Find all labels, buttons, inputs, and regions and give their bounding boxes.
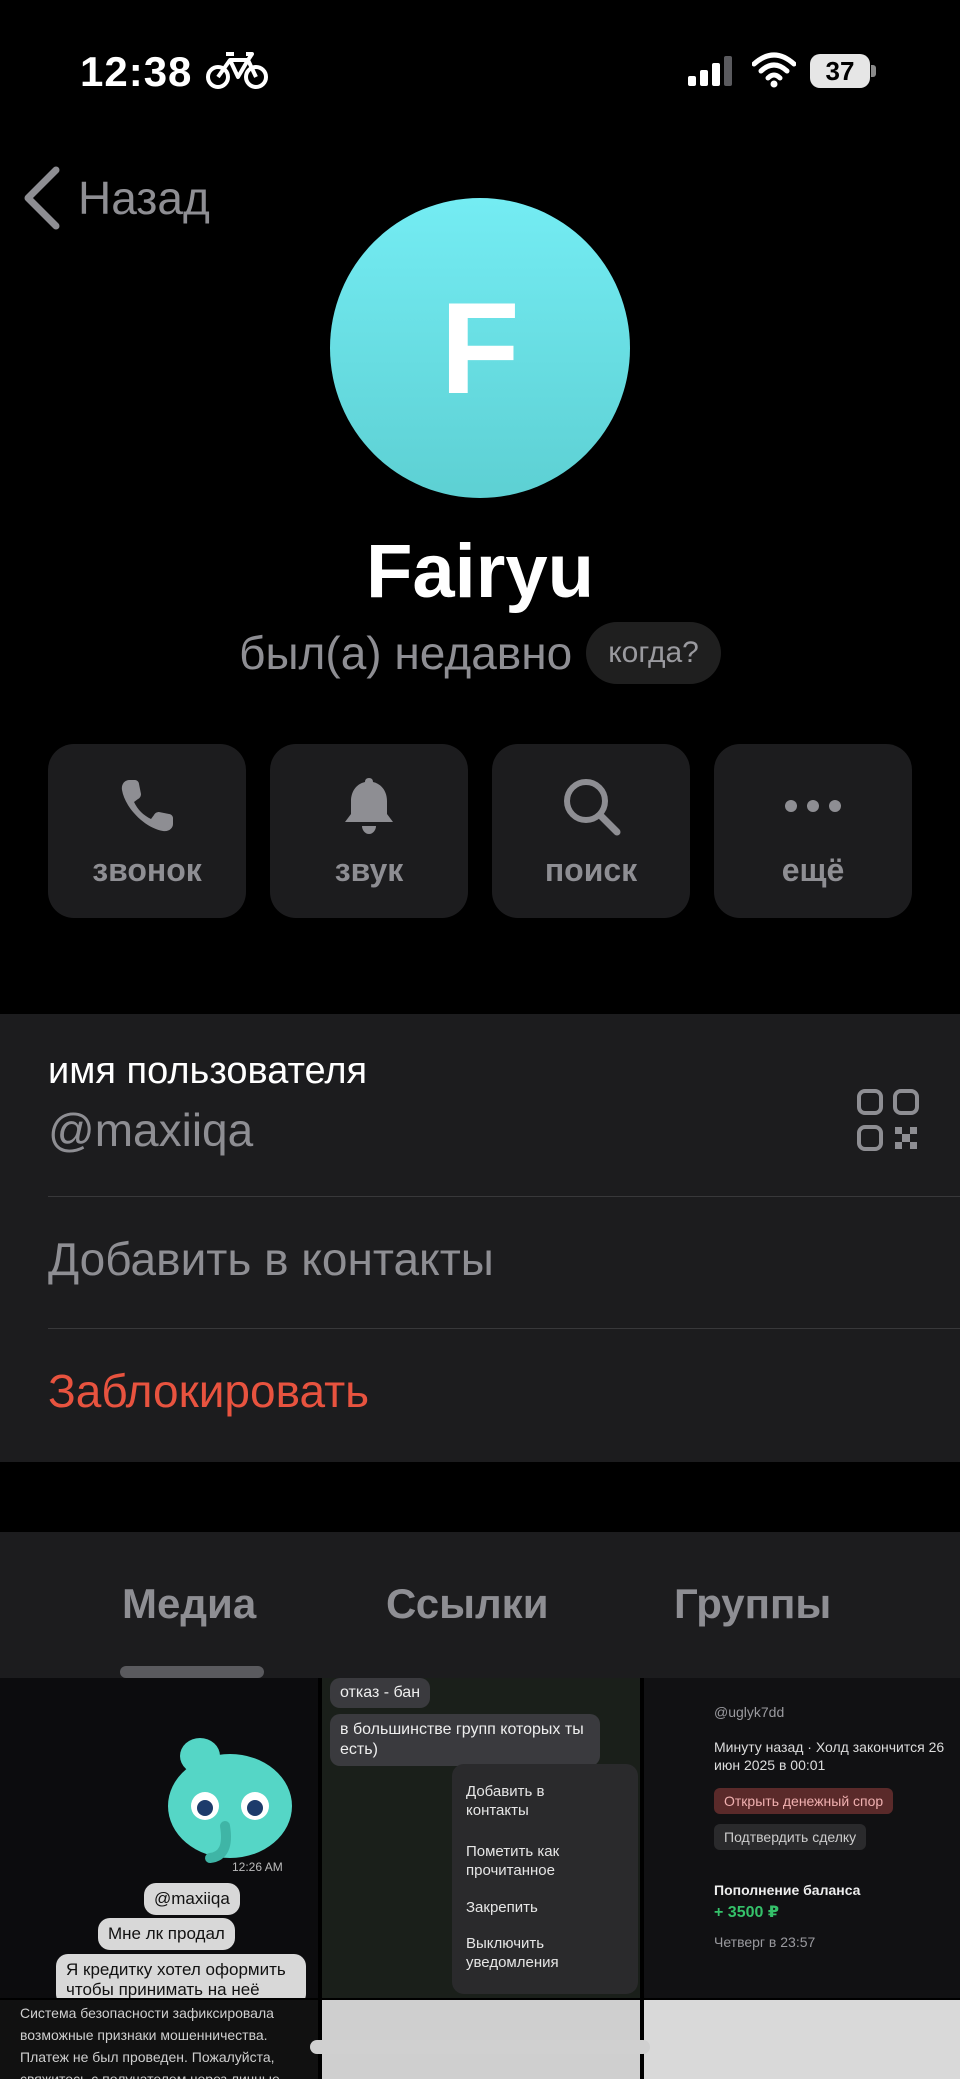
message-bubble: @maxiiqa [144,1883,240,1915]
action-buttons: звонок звук поиск ещё [48,744,912,918]
media-thumbnail[interactable]: Система безопасности зафиксировала возмо… [0,2000,318,2079]
call-label: звонок [92,851,202,888]
more-button[interactable]: ещё [714,744,912,918]
search-label: поиск [544,851,638,888]
cellular-signal-icon [688,56,732,86]
message-bubble: Мне лк продал [98,1918,235,1950]
bike-icon [206,52,268,89]
more-icon [785,799,841,812]
avatar[interactable]: F [330,198,630,498]
media-thumbnail[interactable]: @uglyk7dd Минуту назад · Холд закончится… [644,1678,960,1998]
profile-name: Fairyu [365,529,595,614]
context-menu: Добавить в контакты Пометить как прочита… [452,1764,638,1994]
chevron-left-icon [24,166,60,230]
media-thumbnail[interactable] [644,2000,960,2079]
battery-level: 37 [825,56,855,86]
block-button[interactable]: Заблокировать [48,1364,960,1418]
sound-label: звук [334,851,404,888]
media-tabs: Медиа Ссылки Группы [0,1532,960,1678]
qr-code-icon[interactable] [856,1088,920,1152]
user-tag: @uglyk7dd [714,1704,785,1720]
search-button[interactable]: поиск [492,744,690,918]
status-bar: 12:38 37 [0,0,960,140]
call-button[interactable]: звонок [48,744,246,918]
divider [48,1328,960,1329]
media-thumbnail[interactable]: 12:26 AM @maxiiqa Мне лк продал Я кредит… [0,1678,318,1998]
message-time: 12:26 AM [232,1860,283,1874]
more-label: ещё [781,851,845,888]
topup-title: Пополнение баланса [714,1882,861,1898]
when-button[interactable]: когда? [586,622,721,684]
info-section: имя пользователя @maxiiqa Добавить в кон… [0,1014,960,1462]
notice-text: Система безопасности зафиксировала возмо… [20,2005,280,2079]
menu-item: Пометить как прочитанное [466,1843,560,1879]
presence-row: был(а) недавно когда? [0,622,960,684]
home-indicator[interactable] [310,2040,650,2054]
media-grid: 12:26 AM @maxiiqa Мне лк продал Я кредит… [0,1678,960,2079]
message-bubble: в большинстве групп которых ты есть) [330,1714,600,1766]
back-label: Назад [78,172,210,224]
menu-item: Добавить в контакты [466,1783,545,1819]
username-caption: имя пользователя [48,1050,368,1092]
message-bubble: отказ - бан [330,1678,431,1708]
search-icon [564,778,621,835]
active-tab-indicator [120,1666,264,1678]
battery-icon: 37 [810,54,876,88]
phone-icon [121,779,173,831]
topup-amount: + 3500 ₽ [714,1904,779,1921]
message-bubble: Я кредитку хотел оформить чтобы принимат… [56,1954,306,1998]
avatar-letter: F [440,275,520,421]
media-thumbnail[interactable]: отказ - бан в большинстве групп которых … [322,1678,640,1998]
add-to-contacts-button[interactable]: Добавить в контакты [48,1232,960,1286]
tab-links[interactable]: Ссылки [386,1580,549,1628]
bell-icon [345,777,393,834]
divider [48,1196,960,1197]
confirm-button: Подтвердить сделку [714,1824,867,1850]
menu-item: Закрепить [466,1899,538,1916]
presence-status: был(а) недавно [239,627,573,679]
tab-media[interactable]: Медиа [122,1580,256,1628]
dispute-button: Открыть денежный спор [714,1788,894,1814]
back-button[interactable]: Назад [20,160,210,236]
status-time: 12:38 [80,48,193,95]
elephant-sticker-image [168,1738,292,1863]
deal-meta: Минуту назад · Холд закончится 26 июн 20… [714,1739,945,1773]
tab-groups[interactable]: Группы [674,1580,831,1628]
sound-button[interactable]: звук [270,744,468,918]
username-row[interactable]: имя пользователя @maxiiqa [48,1050,960,1210]
wifi-icon [752,52,796,88]
menu-item: Выключить уведомления [466,1935,559,1971]
topup-time: Четверг в 23:57 [714,1934,816,1950]
username-value[interactable]: @maxiiqa [48,1103,960,1157]
